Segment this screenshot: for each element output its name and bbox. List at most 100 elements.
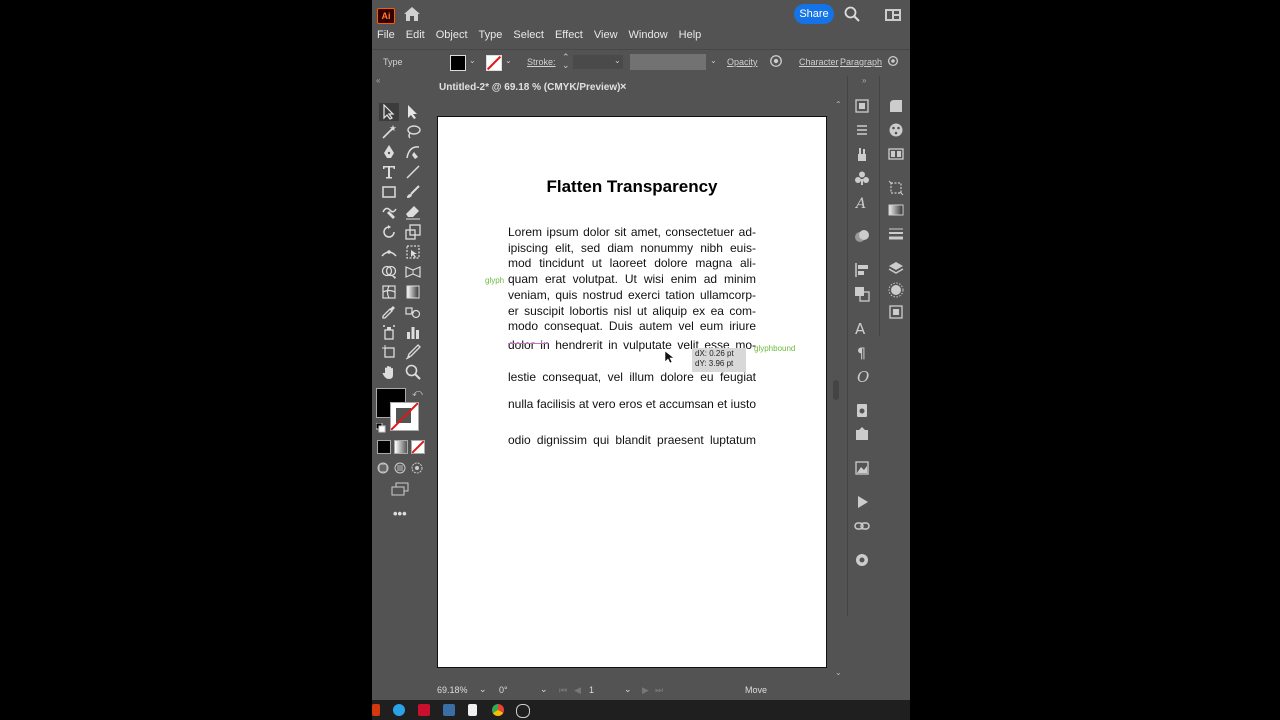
telegram-taskbar-icon[interactable] (393, 704, 405, 716)
profile-dropdown-icon[interactable]: ⌄ (710, 56, 717, 65)
mesh-tool-icon[interactable] (379, 283, 399, 301)
rotate-tool-icon[interactable] (379, 223, 399, 241)
paragraph-link[interactable]: Paragraph (840, 57, 882, 67)
menu-view[interactable]: View (589, 28, 624, 44)
links-panel-icon[interactable] (854, 518, 870, 534)
curvature-tool-icon[interactable] (403, 143, 423, 161)
variable-width-profile[interactable] (630, 54, 706, 70)
search-icon[interactable] (844, 6, 860, 22)
asset-export-panel-icon[interactable] (854, 402, 870, 418)
export-panel-icon[interactable] (854, 426, 870, 442)
draw-inside-icon[interactable] (411, 461, 423, 474)
chrome-taskbar-icon[interactable] (492, 704, 504, 716)
first-artboard-icon[interactable]: ⏮ (559, 685, 567, 696)
rotation-value[interactable]: 0° (499, 685, 508, 695)
color-mode-icon[interactable] (377, 440, 391, 454)
menu-select[interactable]: Select (508, 28, 550, 44)
document-tab[interactable]: Untitled-2* @ 69.18 % (CMYK/Preview) × (429, 79, 635, 97)
appearance-panel-icon[interactable] (854, 228, 870, 244)
swatches-panel-icon[interactable] (888, 146, 904, 162)
default-fill-stroke-icon[interactable] (375, 420, 386, 433)
image-trace-panel-icon[interactable] (854, 460, 870, 476)
column-graph-tool-icon[interactable] (403, 323, 423, 341)
draw-normal-icon[interactable] (377, 461, 389, 474)
next-artboard-icon[interactable]: ▶ (642, 685, 649, 696)
actions-panel-icon[interactable] (854, 494, 870, 510)
menu-effect[interactable]: Effect (550, 28, 589, 44)
line-segment-tool-icon[interactable] (403, 163, 423, 181)
width-tool-icon[interactable] (379, 243, 399, 261)
gradient-mode-icon[interactable] (394, 440, 408, 454)
change-screen-mode-icon[interactable] (391, 482, 409, 496)
scroll-down-icon[interactable]: ⌄ (835, 668, 842, 677)
eyedropper-tool-icon[interactable] (379, 303, 399, 321)
text-frame[interactable]: Lorem ipsum dolor sit amet, consectetuer… (508, 225, 756, 354)
home-icon[interactable] (403, 6, 421, 22)
current-tool-status[interactable]: Move (745, 685, 767, 695)
text-line[interactable]: nulla facilisis at vero eros et accumsan… (508, 397, 756, 411)
opacity-link[interactable]: Opacity (727, 57, 758, 67)
menu-window[interactable]: Window (624, 28, 674, 44)
menu-file[interactable]: File (372, 28, 401, 44)
stroke-dropdown-icon[interactable]: ⌄ (505, 56, 512, 65)
zoom-dropdown-icon[interactable]: ⌄ (479, 684, 487, 695)
acrobat-taskbar-icon[interactable] (418, 704, 430, 716)
zoom-tool-icon[interactable] (403, 363, 423, 381)
app-taskbar-icon[interactable] (443, 704, 455, 716)
color-panel-icon[interactable] (888, 122, 904, 138)
collapse-tools-icon[interactable]: « (376, 76, 380, 85)
swap-fill-stroke-icon[interactable]: ⤺ (412, 388, 423, 399)
transparency-panel-icon[interactable] (888, 282, 904, 298)
free-transform-tool-icon[interactable] (403, 243, 423, 261)
fill-dropdown-icon[interactable]: ⌄ (469, 56, 476, 65)
type-tool-icon[interactable] (379, 163, 399, 181)
opentype-panel-icon[interactable]: O (854, 368, 870, 386)
color-guide-panel-icon[interactable] (888, 98, 904, 114)
shaper-tool-icon[interactable] (379, 203, 399, 221)
direct-selection-tool-icon[interactable] (403, 103, 423, 121)
layers-panel-icon[interactable] (888, 260, 904, 276)
last-artboard-icon[interactable]: ⏭ (655, 685, 663, 696)
properties-panel-icon[interactable] (854, 98, 870, 114)
selection-tool-icon[interactable] (379, 103, 399, 121)
fill-color-swatch[interactable] (450, 55, 466, 71)
eraser-tool-icon[interactable] (403, 203, 423, 221)
share-button[interactable]: Share (794, 4, 834, 24)
brushes-panel-icon[interactable] (854, 146, 870, 162)
symbol-sprayer-tool-icon[interactable] (379, 323, 399, 341)
prev-artboard-icon[interactable]: ◀ (574, 685, 581, 696)
edit-toolbar-icon[interactable]: ••• (393, 506, 407, 521)
stroke-color-box[interactable] (390, 402, 419, 431)
gradient-panel-icon[interactable] (888, 202, 904, 218)
recolor-icon[interactable] (769, 54, 785, 70)
zoom-level[interactable]: 69.18% (437, 685, 468, 695)
menu-help[interactable]: Help (674, 28, 708, 44)
symbols-panel-icon[interactable] (854, 170, 870, 186)
transform-panel-icon[interactable] (888, 180, 904, 196)
more-options-icon[interactable] (886, 54, 902, 70)
slice-tool-icon[interactable] (403, 343, 423, 361)
illustrator-taskbar-icon[interactable] (372, 704, 380, 716)
rotation-dropdown-icon[interactable]: ⌄ (540, 684, 548, 695)
paintbrush-tool-icon[interactable] (403, 183, 423, 201)
menu-type[interactable]: Type (474, 28, 509, 44)
navigator-panel-icon[interactable] (854, 552, 870, 568)
character-link[interactable]: Character (799, 57, 839, 67)
stroke-color-swatch[interactable] (486, 55, 502, 71)
text-line[interactable]: lestie consequat, vel illum dolore eu fe… (508, 370, 756, 384)
rectangle-tool-icon[interactable] (379, 183, 399, 201)
perspective-grid-tool-icon[interactable] (403, 263, 423, 281)
stroke-stepper-icon[interactable]: ⌃ ⌄ (562, 53, 570, 70)
paragraph-panel-icon[interactable]: ¶ (854, 344, 870, 362)
none-mode-icon[interactable] (411, 440, 425, 454)
scroll-up-icon[interactable]: ⌃ (835, 100, 842, 109)
align-panel-icon[interactable] (854, 262, 870, 278)
stroke-panel-icon[interactable] (888, 226, 904, 242)
libraries-panel-icon[interactable] (854, 122, 870, 138)
artboard[interactable]: Flatten Transparency Lorem ipsum dolor s… (437, 116, 827, 668)
draw-behind-icon[interactable] (394, 461, 406, 474)
graphic-styles-panel-icon[interactable]: A (854, 194, 870, 212)
scroll-thumb[interactable] (833, 380, 839, 400)
artboard-number[interactable]: 1 (589, 685, 594, 695)
stroke-weight-dropdown-icon[interactable]: ⌄ (614, 56, 621, 65)
